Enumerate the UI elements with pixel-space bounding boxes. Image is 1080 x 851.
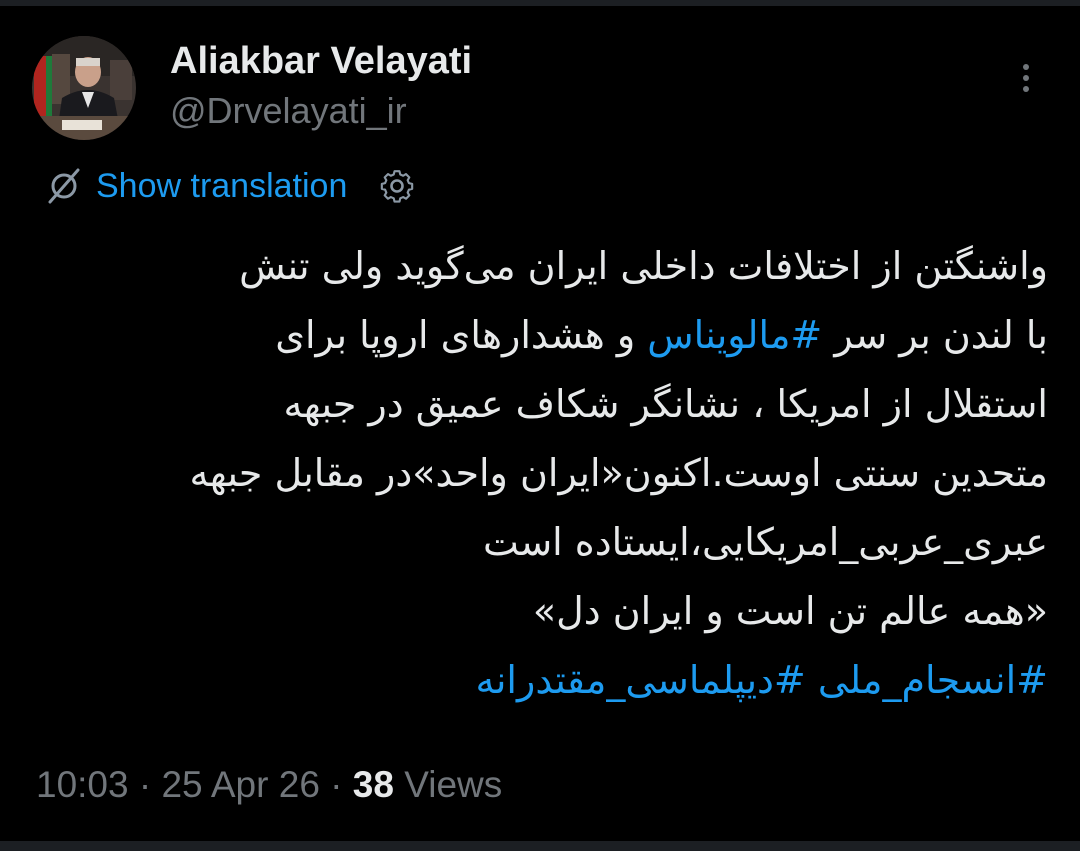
tweet-text: واشنگتن از اختلافات داخلی ایران می‌گوید … — [40, 232, 1048, 715]
tweet-time[interactable]: 10:03 — [36, 764, 129, 805]
tweet-line: «همه عالم تن است و ایران دل» — [532, 589, 1048, 633]
bottom-divider — [0, 841, 1080, 851]
hashtag-link[interactable]: #مالویناس — [647, 313, 822, 357]
hashtag-line: #انسجام_ملی #دیپلماسی_مقتدرانه — [40, 646, 1048, 715]
show-translation-link[interactable]: Show translation — [96, 167, 347, 206]
tweet-line: استقلال از امریکا ، نشانگر شکاف عمیق در … — [283, 382, 1049, 426]
meta-separator: · — [128, 764, 162, 805]
translate-off-icon — [48, 168, 80, 204]
gear-icon[interactable] — [377, 166, 417, 206]
tweet-text-fragment: و هشدارهای اروپا برای — [275, 313, 648, 357]
tweet-meta: 10:03 · 25 Apr 26 · 38 Views — [36, 764, 502, 806]
translation-row: Show translation — [44, 164, 417, 208]
author-name[interactable]: Aliakbar Velayati — [170, 40, 472, 83]
tweet-line: متحدین سنتی اوست.اکنون«ایران واحد»در مقا… — [189, 451, 1048, 495]
views-count[interactable]: 38 — [353, 764, 394, 805]
tweet-date[interactable]: 25 Apr 26 — [161, 764, 319, 805]
tweet-text-fragment: با لندن بر سر — [822, 313, 1048, 357]
views-label[interactable]: Views — [394, 764, 502, 805]
hashtag-link[interactable]: #انسجام_ملی — [818, 658, 1048, 702]
avatar[interactable] — [32, 36, 136, 140]
top-divider — [0, 0, 1080, 6]
author-handle[interactable]: @Drvelayati_ir — [170, 90, 407, 132]
more-vertical-icon — [1023, 64, 1029, 70]
tweet-line: با لندن بر سر #مالویناس و هشدارهای اروپا… — [40, 301, 1048, 370]
tweet-line: واشنگتن از اختلافات داخلی ایران می‌گوید … — [239, 244, 1048, 288]
hashtag-link[interactable]: #دیپلماسی_مقتدرانه — [475, 658, 805, 702]
tweet-line: عبری_عربی_امریکایی،ایستاده است — [483, 520, 1048, 564]
more-options-button[interactable] — [1010, 58, 1042, 98]
avatar-photo — [32, 36, 136, 140]
meta-separator: · — [319, 764, 353, 805]
